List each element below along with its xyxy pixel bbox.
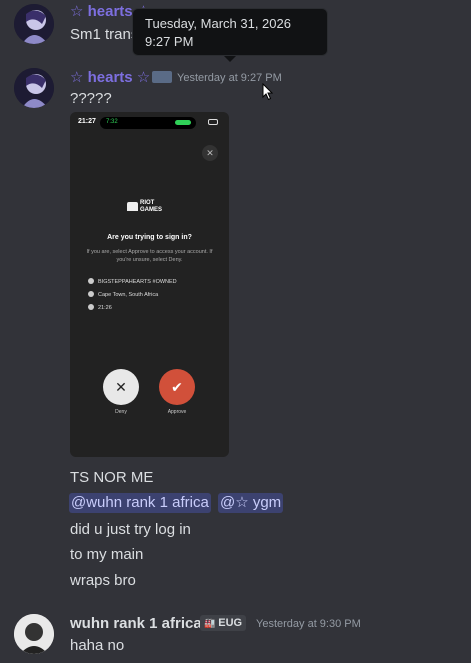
clock-icon — [88, 304, 94, 310]
avatar-wuhn[interactable] — [14, 614, 54, 654]
user-icon — [88, 278, 94, 284]
time-row: 21:26 — [88, 304, 112, 311]
avatar-image — [14, 68, 54, 108]
message-text: to my main — [70, 546, 144, 563]
timestamp-tooltip: Tuesday, March 31, 2026 9:27 PM — [132, 8, 328, 56]
message-timestamp[interactable]: Yesterday at 9:30 PM — [256, 618, 361, 630]
location-row: Cape Town, South Africa — [88, 291, 159, 298]
approve-button-icon: ✔ — [159, 369, 195, 405]
role-badge-icon — [152, 71, 172, 83]
signin-title: Are you trying to sign in? — [107, 234, 192, 241]
logo-line-1: RIOT — [140, 200, 155, 206]
author-name[interactable]: ☆ hearts ☆ — [70, 68, 150, 86]
message-text: TS NOR ME — [70, 469, 154, 486]
avatar-image — [14, 614, 54, 654]
message-text: Sm1 trans — [70, 26, 139, 43]
signin-description: If you are, select Approve to access you… — [86, 249, 213, 263]
call-timer: 7:32 — [106, 119, 118, 125]
message-text: ????? — [70, 90, 112, 107]
author-name[interactable]: wuhn rank 1 africa — [70, 615, 202, 632]
riot-games-logo: RIOT GAMES — [125, 198, 175, 216]
phone-time: 21:27 — [78, 118, 96, 125]
user-mention[interactable]: @☆ ygm — [218, 493, 284, 513]
deny-button-icon: ✕ — [103, 369, 139, 405]
account-name: BIGSTEPPAHEARTS #OWNED — [98, 279, 177, 285]
deny-label: Deny — [115, 409, 127, 415]
image-attachment[interactable]: 21:27 7:32 ✕ RIOT GAMES Are you trying t… — [70, 112, 229, 457]
avatar-image — [14, 4, 54, 44]
logo-line-2: GAMES — [140, 207, 163, 213]
location-pin-icon — [88, 291, 94, 297]
location-text: Cape Town, South Africa — [98, 292, 159, 298]
message-text: wraps bro — [70, 572, 136, 589]
guild-tag-icon: 🏭 — [204, 618, 216, 628]
account-row: BIGSTEPPAHEARTS #OWNED — [88, 278, 177, 285]
phone-status-bar: 21:27 7:32 — [70, 112, 229, 134]
logo-text: RIOT GAMES — [140, 200, 162, 214]
call-indicator-icon — [175, 120, 191, 125]
close-icon: ✕ — [202, 145, 218, 161]
time-text: 21:26 — [98, 305, 112, 311]
riot-fist-icon — [127, 202, 138, 211]
guild-tag[interactable]: 🏭 EUG — [200, 615, 247, 631]
message-text: did u just try log in — [70, 521, 191, 538]
message-text: haha no — [70, 637, 125, 654]
user-mention[interactable]: @wuhn rank 1 africa — [69, 493, 211, 513]
mouse-pointer-icon — [262, 83, 274, 101]
avatar-hearts[interactable] — [14, 68, 54, 108]
tooltip-text: Tuesday, March 31, 2026 9:27 PM — [145, 16, 291, 49]
guild-tag-text: EUG — [218, 617, 243, 629]
tooltip-arrow — [224, 56, 236, 62]
avatar-hearts[interactable] — [14, 4, 54, 44]
battery-icon — [208, 119, 218, 125]
approve-label: Approve — [167, 409, 187, 415]
